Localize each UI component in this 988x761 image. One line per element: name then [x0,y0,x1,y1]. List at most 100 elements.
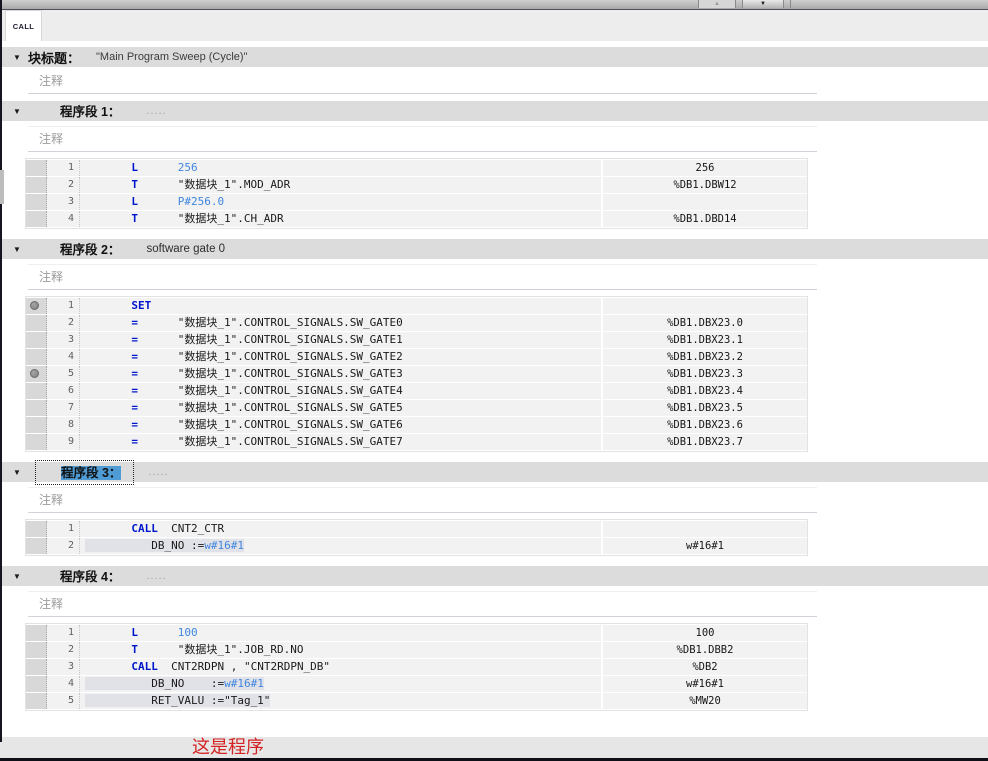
row-gutter[interactable] [26,211,47,227]
collapse-icon[interactable]: ▼ [13,245,25,254]
code-row[interactable]: 2 T "数据块_1".MOD_ADR%DB1.DBW12 [26,177,807,193]
code-row[interactable]: 1 CALL CNT2_CTR [26,521,807,537]
code-cell[interactable]: = "数据块_1".CONTROL_SIGNALS.SW_GATE4 [80,383,601,399]
row-gutter[interactable] [26,659,47,675]
operand-address-cell: 100 [603,625,807,641]
code-cell[interactable]: = "数据块_1".CONTROL_SIGNALS.SW_GATE2 [80,349,601,365]
line-number: 6 [47,383,80,399]
network-header[interactable]: ▼ 程序段 2： software gate 0 [0,239,988,259]
code-row[interactable]: 8 = "数据块_1".CONTROL_SIGNALS.SW_GATE6%DB1… [26,417,807,433]
block-comment-field[interactable]: 注释 [28,69,817,94]
code-cell[interactable]: = "数据块_1".CONTROL_SIGNALS.SW_GATE1 [80,332,601,348]
operand-address-cell: %DB1.DBX23.4 [603,383,807,399]
network-title[interactable]: 程序段 4： [60,570,120,584]
block-title-value[interactable]: "Main Program Sweep (Cycle)" [96,51,247,63]
code-row[interactable]: 5 = "数据块_1".CONTROL_SIGNALS.SW_GATE3%DB1… [26,366,807,382]
code-cell[interactable]: T "数据块_1".JOB_RD.NO [80,642,601,658]
row-gutter[interactable] [26,642,47,658]
bookmark-marker-icon[interactable] [30,301,39,310]
code-cell[interactable]: DB_NO :=w#16#1 [80,538,601,554]
code-cell[interactable]: = "数据块_1".CONTROL_SIGNALS.SW_GATE7 [80,434,601,450]
row-gutter[interactable] [26,298,47,314]
row-gutter[interactable] [26,434,47,450]
row-gutter[interactable] [26,194,47,210]
code-cell[interactable]: L 100 [80,625,601,641]
code-row[interactable]: 3 CALL CNT2RDPN , "CNT2RDPN_DB"%DB2 [26,659,807,675]
row-gutter[interactable] [26,383,47,399]
code-cell[interactable]: DB_NO :=w#16#1 [80,676,601,692]
code-cell[interactable]: = "数据块_1".CONTROL_SIGNALS.SW_GATE0 [80,315,601,331]
handwritten-note: 这是程序 [192,737,264,758]
row-gutter[interactable] [26,521,47,537]
network-title[interactable]: 程序段 2： [60,243,120,257]
collapse-icon[interactable]: ▼ [13,572,25,581]
network-comment-field[interactable]: 注释 [28,591,817,617]
code-row[interactable]: 3 = "数据块_1".CONTROL_SIGNALS.SW_GATE1%DB1… [26,332,807,348]
row-gutter[interactable] [26,332,47,348]
code-row[interactable]: 5 RET_VALU :="Tag_1"%MW20 [26,693,807,709]
collapse-icon[interactable]: ▼ [13,53,25,62]
row-gutter[interactable] [26,625,47,641]
row-gutter[interactable] [26,676,47,692]
collapse-icon[interactable]: ▼ [13,468,25,477]
network-subtitle[interactable]: software gate 0 [146,243,225,255]
code-row[interactable]: 9 = "数据块_1".CONTROL_SIGNALS.SW_GATE7%DB1… [26,434,807,450]
row-gutter[interactable] [26,693,47,709]
operand-address-cell [603,298,807,314]
code-cell[interactable]: T "数据块_1".MOD_ADR [80,177,601,193]
code-row[interactable]: 7 = "数据块_1".CONTROL_SIGNALS.SW_GATE5%DB1… [26,400,807,416]
code-row[interactable]: 4 DB_NO :=w#16#1w#16#1 [26,676,807,692]
code-cell[interactable]: = "数据块_1".CONTROL_SIGNALS.SW_GATE3 [80,366,601,382]
network-comment-field[interactable]: 注释 [28,126,817,152]
row-gutter[interactable] [26,160,47,176]
bookmark-marker-icon[interactable] [30,369,39,378]
code-cell[interactable]: RET_VALU :="Tag_1" [80,693,601,709]
row-gutter[interactable] [26,315,47,331]
row-gutter[interactable] [26,417,47,433]
row-gutter[interactable] [26,400,47,416]
network-header[interactable]: ▼ 程序段 3：..... [0,462,988,482]
row-gutter[interactable] [26,366,47,382]
code-cell[interactable]: CALL CNT2RDPN , "CNT2RDPN_DB" [80,659,601,675]
network-subtitle[interactable]: ..... [148,466,168,478]
code-row[interactable]: 2 T "数据块_1".JOB_RD.NO%DB1.DBB2 [26,642,807,658]
left-scrollbar-thumb[interactable] [0,170,4,204]
code-cell[interactable]: L 256 [80,160,601,176]
code-row[interactable]: 3 L P#256.0 [26,194,807,210]
network-subtitle[interactable]: ..... [146,105,166,117]
code-row[interactable]: 1 L 100100 [26,625,807,641]
row-gutter[interactable] [26,538,47,554]
code-cell[interactable]: = "数据块_1".CONTROL_SIGNALS.SW_GATE6 [80,417,601,433]
row-gutter[interactable] [26,349,47,365]
code-row[interactable]: 1 SET [26,298,807,314]
network-subtitle[interactable]: ..... [146,570,166,582]
tab-call-instruction[interactable]: CALL [5,10,42,41]
scroll-down-button[interactable]: ▼ [742,0,784,8]
line-number: 2 [47,315,80,331]
collapse-icon[interactable]: ▼ [13,107,25,116]
row-gutter[interactable] [26,177,47,193]
line-number: 7 [47,400,80,416]
code-row[interactable]: 4 = "数据块_1".CONTROL_SIGNALS.SW_GATE2%DB1… [26,349,807,365]
code-cell[interactable]: CALL CNT2_CTR [80,521,601,537]
network-section: ▼ 程序段 4：..... 注释 1 L 1001002 T "数据块_1".JOB_… [0,566,988,711]
network-comment-field[interactable]: 注释 [28,264,817,290]
code-cell[interactable]: SET [80,298,601,314]
code-cell[interactable]: T "数据块_1".CH_ADR [80,211,601,227]
code-row[interactable]: 6 = "数据块_1".CONTROL_SIGNALS.SW_GATE4%DB1… [26,383,807,399]
line-number: 4 [47,211,80,227]
code-row[interactable]: 1 L 256256 [26,160,807,176]
network-title[interactable]: 程序段 1： [60,105,120,119]
code-row[interactable]: 2 DB_NO :=w#16#1w#16#1 [26,538,807,554]
code-row[interactable]: 4 T "数据块_1".CH_ADR%DB1.DBD14 [26,211,807,227]
code-cell[interactable]: L P#256.0 [80,194,601,210]
network-title[interactable]: 程序段 3： [61,466,121,480]
scroll-up-button[interactable]: ▲ [698,0,736,8]
network-comment-field[interactable]: 注释 [28,487,817,513]
block-title-band[interactable]: ▼ 块标题： "Main Program Sweep (Cycle)" [0,47,988,67]
scroll-down-icon: ▼ [760,1,766,7]
network-header[interactable]: ▼ 程序段 4：..... [0,566,988,586]
network-header[interactable]: ▼ 程序段 1：..... [0,101,988,121]
code-row[interactable]: 2 = "数据块_1".CONTROL_SIGNALS.SW_GATE0%DB1… [26,315,807,331]
code-cell[interactable]: = "数据块_1".CONTROL_SIGNALS.SW_GATE5 [80,400,601,416]
